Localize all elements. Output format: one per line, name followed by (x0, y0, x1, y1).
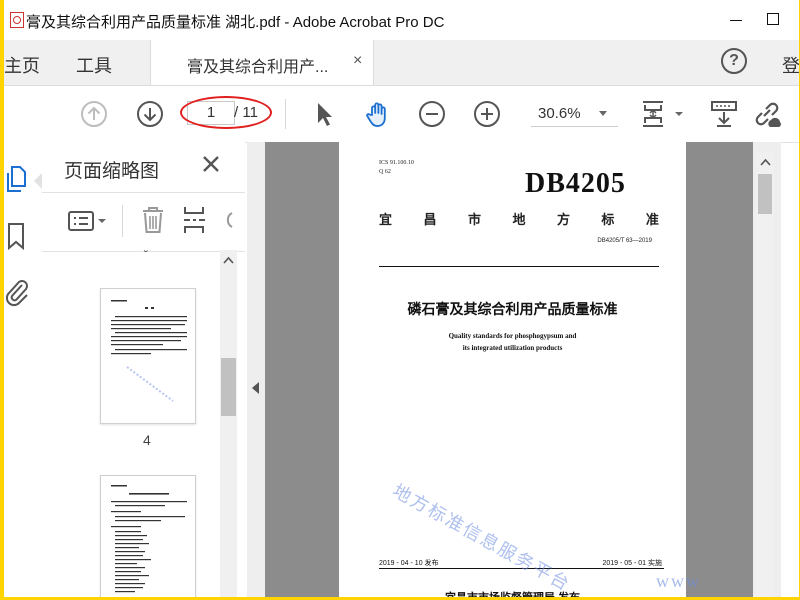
scroll-up-icon[interactable] (223, 256, 234, 264)
thumbnail-options-icon[interactable] (68, 209, 110, 233)
standard-category: 宜 昌 市 地 方 标 准 (379, 209, 659, 228)
standard-category-char: 标 (601, 212, 615, 227)
corner-watermark: www (656, 571, 701, 591)
sign-in-link[interactable]: 登 (782, 52, 799, 78)
attachments-icon[interactable] (4, 277, 30, 307)
collapse-left-pane-handle[interactable] (247, 142, 265, 597)
document-tab-label: 膏及其综合利用产... (187, 59, 329, 76)
ics-code: ICS 91.100.10 Q 62 (379, 159, 414, 177)
trash-icon[interactable] (140, 205, 166, 235)
tab-tools[interactable]: 工具 (76, 52, 112, 78)
acrobat-app-icon (10, 12, 24, 28)
document-viewport[interactable]: ICS 91.100.10 Q 62 DB4205 宜 昌 市 地 方 标 准 … (265, 142, 753, 597)
zoom-value: 30.6% (538, 105, 581, 122)
rotate-page-icon[interactable] (222, 207, 234, 233)
standard-number: DB4205/T 63—2019 (597, 238, 652, 244)
thumbnail-page-5[interactable] (100, 475, 196, 597)
title-bar: 膏及其综合利用产品质量标准 湖北.pdf - Adobe Acrobat Pro… (4, 0, 799, 40)
header-rule (379, 266, 659, 267)
standard-category-char: 地 (512, 212, 526, 227)
share-link-icon[interactable] (752, 99, 782, 129)
document-scrollbar[interactable] (756, 152, 774, 597)
thumbnail-page-4-preview (111, 300, 187, 402)
pdf-page: ICS 91.100.10 Q 62 DB4205 宜 昌 市 地 方 标 准 … (339, 142, 686, 597)
minimize-button[interactable] (726, 10, 746, 30)
standard-category-char: 市 (467, 212, 481, 227)
ccs-code-line: Q 62 (379, 169, 391, 175)
chevron-left-icon (252, 382, 259, 394)
insert-pages-icon[interactable] (182, 205, 208, 235)
previous-page-icon[interactable] (79, 99, 109, 129)
publisher: 宜昌市市场监督管理局 发布 (339, 589, 686, 597)
chevron-down-icon (599, 111, 607, 116)
thumbnail-scrollbar-thumb[interactable] (221, 358, 236, 416)
annotation-highlight-oval (180, 96, 272, 129)
main-toolbar: 1 / 11 30.6% (4, 86, 799, 143)
acrobat-window: 膏及其综合利用产品质量标准 湖北.pdf - Adobe Acrobat Pro… (4, 0, 799, 597)
thumbnail-page-4-label: 4 (143, 432, 151, 448)
help-button[interactable]: ? (721, 48, 747, 74)
toolbar-separator (285, 99, 286, 129)
zoom-in-icon[interactable] (472, 99, 502, 129)
fit-page-icon[interactable] (639, 99, 685, 129)
english-title-line-1: Quality standards for phosphogypsum and (448, 332, 577, 340)
window-title: 膏及其综合利用产品质量标准 湖北.pdf - Adobe Acrobat Pro… (26, 14, 445, 31)
document-scrollbar-thumb[interactable] (758, 174, 772, 214)
document-title-chinese: 磷石膏及其综合利用产品质量标准 (407, 301, 618, 317)
standard-category-char: 昌 (423, 212, 437, 227)
tab-home[interactable]: 主页 (4, 52, 40, 78)
left-navigation-rail (4, 142, 43, 597)
standard-category-char: 方 (556, 212, 570, 227)
scroll-up-icon[interactable] (760, 158, 771, 166)
issue-date: 2019 - 04 - 10 发布 (379, 560, 439, 567)
panel-title: 页面缩略图 (64, 161, 160, 182)
tab-document[interactable]: 膏及其综合利用产... × (150, 40, 374, 85)
thumbnail-toolbar (42, 192, 245, 252)
close-tab-icon[interactable]: × (353, 52, 362, 70)
close-icon[interactable] (199, 152, 223, 176)
page-thumbnails-panel: 页面缩略图 ˘ 4 (42, 142, 245, 597)
keyboard-scroll-icon[interactable] (709, 99, 739, 129)
thumbnail-page-4[interactable] (100, 288, 196, 424)
document-title-english: Quality standards for phosphogypsum and … (339, 330, 686, 354)
hand-tool-icon[interactable] (363, 99, 393, 129)
zoom-level-dropdown[interactable]: 30.6% (531, 101, 618, 127)
standard-category-char: 准 (645, 212, 659, 227)
active-panel-pointer (34, 173, 42, 189)
page-thumbnails-icon[interactable] (5, 164, 29, 194)
cutoff-page-label: ˘ (144, 248, 148, 262)
thumbnail-scrollbar[interactable] (220, 250, 237, 597)
db-code: DB4205 (525, 168, 626, 199)
bookmarks-icon[interactable] (6, 222, 26, 250)
thumbnail-page-5-preview (111, 485, 187, 593)
thumbnail-toolbar-separator (122, 205, 123, 237)
implementation-date: 2019 - 05 - 01 实施 (602, 560, 662, 567)
maximize-button[interactable] (764, 10, 784, 30)
select-arrow-icon[interactable] (309, 99, 339, 129)
tab-bar: 主页 工具 膏及其综合利用产... × ? 登 (4, 40, 799, 86)
ics-code-line: ICS 91.100.10 (379, 160, 414, 166)
standard-category-char: 宜 (379, 212, 393, 227)
english-title-line-2: its integrated utilization products (462, 344, 563, 352)
zoom-out-icon[interactable] (417, 99, 447, 129)
next-page-icon[interactable] (135, 99, 165, 129)
